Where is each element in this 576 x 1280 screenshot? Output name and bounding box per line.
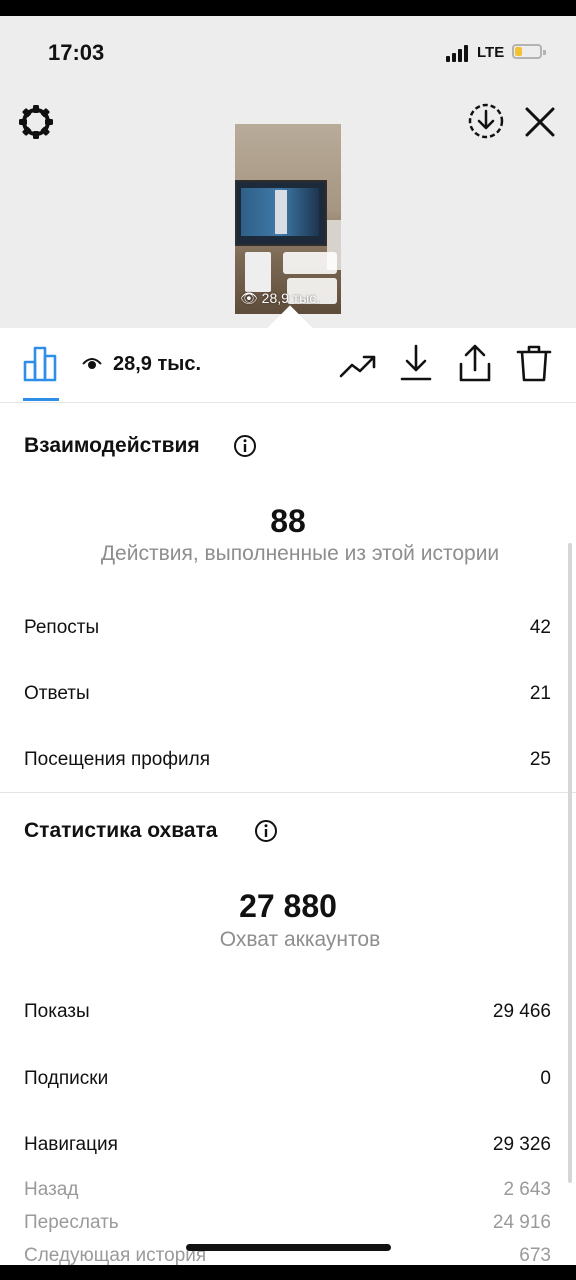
row-label-reposts: Репосты bbox=[24, 617, 100, 638]
sub-label-back: Назад bbox=[24, 1179, 79, 1200]
row-value-reposts: 42 bbox=[529, 617, 551, 638]
active-tab-indicator bbox=[23, 398, 59, 401]
interactions-title: Взаимодействия bbox=[24, 434, 200, 457]
top-black-bar bbox=[0, 0, 576, 16]
bottom-black-bar bbox=[0, 1265, 576, 1280]
section-divider bbox=[0, 792, 576, 793]
reach-total: 27 880 bbox=[239, 888, 337, 924]
thumbnail-views: 👁 28,9 тыс. bbox=[240, 290, 321, 306]
scrollbar[interactable] bbox=[568, 543, 572, 1183]
bar-chart-icon[interactable] bbox=[22, 345, 60, 383]
story-thumbnail[interactable] bbox=[235, 124, 341, 314]
row-value-impressions: 29 466 bbox=[492, 1001, 551, 1022]
sub-label-forward: Переслать bbox=[24, 1212, 119, 1233]
interactions-total: 88 bbox=[270, 503, 306, 539]
sub-value-next-story: 673 bbox=[519, 1245, 551, 1266]
row-value-profile-visits: 25 bbox=[529, 749, 551, 770]
row-value-follows: 0 bbox=[540, 1068, 551, 1089]
battery-icon bbox=[512, 44, 546, 59]
trend-icon[interactable] bbox=[338, 346, 378, 386]
row-label-navigation: Навигация bbox=[24, 1134, 118, 1155]
row-label-follows: Подписки bbox=[24, 1068, 109, 1089]
sub-value-back: 2 643 bbox=[503, 1179, 551, 1200]
trash-icon[interactable] bbox=[515, 342, 553, 384]
close-icon[interactable] bbox=[522, 104, 558, 140]
views-count: 28,9 тыс. bbox=[113, 353, 202, 375]
home-indicator[interactable] bbox=[186, 1244, 391, 1251]
share-icon[interactable] bbox=[456, 342, 494, 384]
download-icon[interactable] bbox=[398, 342, 434, 384]
info-icon[interactable] bbox=[233, 434, 257, 458]
reach-title: Статистика охвата bbox=[24, 819, 218, 842]
row-label-profile-visits: Посещения профиля bbox=[24, 749, 210, 770]
signal-icon bbox=[446, 44, 472, 62]
info-icon[interactable] bbox=[254, 819, 278, 843]
row-value-navigation: 29 326 bbox=[492, 1134, 551, 1155]
gear-icon[interactable] bbox=[16, 102, 56, 142]
status-time: 17:03 bbox=[48, 40, 105, 65]
row-label-replies: Ответы bbox=[24, 683, 90, 704]
interactions-caption: Действия, выполненные из этой истории bbox=[100, 542, 500, 565]
reach-caption: Охват аккаунтов bbox=[219, 928, 381, 951]
eye-icon bbox=[82, 358, 102, 369]
network-type: LTE bbox=[477, 44, 505, 61]
row-value-replies: 21 bbox=[529, 683, 551, 704]
row-label-impressions: Показы bbox=[24, 1001, 90, 1022]
sub-value-forward: 24 916 bbox=[492, 1212, 551, 1233]
sub-label-next-story: Следующая история bbox=[24, 1245, 207, 1266]
download-circle-icon[interactable] bbox=[466, 101, 506, 141]
